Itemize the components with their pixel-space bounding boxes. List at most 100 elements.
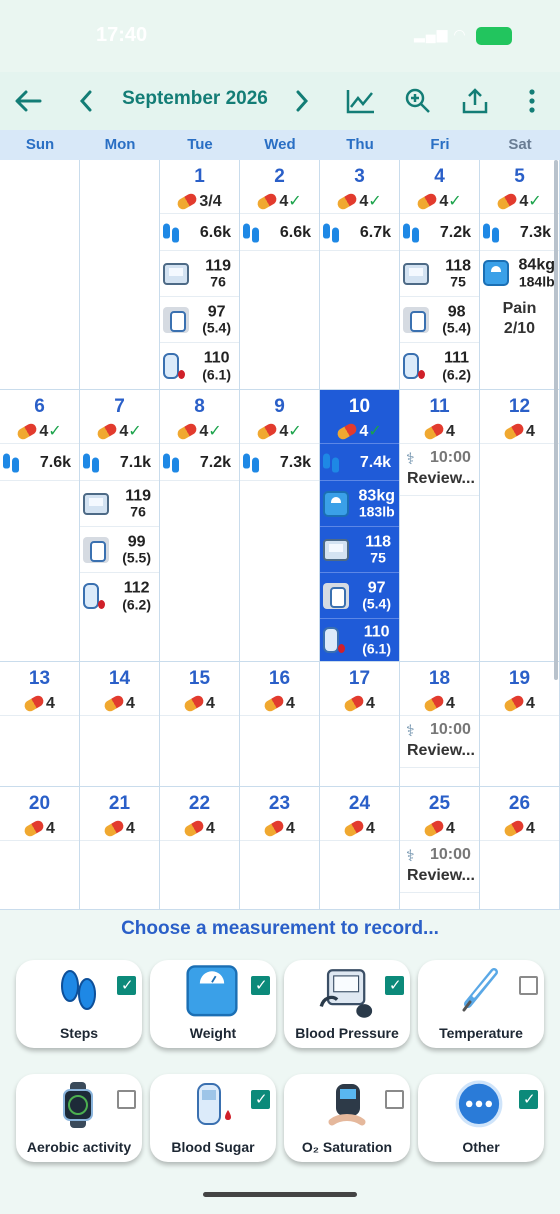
next-month-icon[interactable] <box>284 83 320 119</box>
calendar-day[interactable]: 14 4 <box>80 662 160 787</box>
status-time: 17:40 <box>96 24 148 46</box>
day-number: 4 <box>434 166 445 187</box>
measurement-tile-blood-sugar[interactable]: Blood Sugar <box>150 1074 276 1162</box>
calendar-day-empty <box>80 160 160 390</box>
medication-summary: 4✓ <box>400 190 479 214</box>
calendar-day[interactable]: 21 4 <box>80 787 160 910</box>
blood-sugar-icon <box>83 583 105 609</box>
other-checkbox[interactable] <box>519 1090 538 1109</box>
day-number: 19 <box>508 668 531 689</box>
calendar-day[interactable]: 5 4✓ 7.3k 84kg 184lb Pain 2/10 <box>480 160 560 390</box>
zoom-icon[interactable] <box>400 83 436 119</box>
check-icon: ✓ <box>368 423 382 440</box>
weekday-label: Tue <box>187 136 213 153</box>
steps-checkbox[interactable] <box>117 976 136 995</box>
bp-diastolic: 75 <box>370 549 386 566</box>
pill-icon <box>342 819 366 839</box>
calendar-day[interactable]: 9 4✓ 7.3k <box>240 390 320 662</box>
measurement-tile-aerobic-activity[interactable]: Aerobic activity <box>16 1074 142 1162</box>
calendar-day[interactable]: 3 4✓ 6.7k <box>320 160 400 390</box>
home-indicator[interactable] <box>203 1192 357 1197</box>
more-options-icon <box>455 1080 503 1128</box>
blood-sugar-checkbox[interactable] <box>251 1090 270 1109</box>
medication-summary: 4 <box>480 817 559 841</box>
o2-saturation-checkbox[interactable] <box>385 1090 404 1109</box>
stethoscope-icon: ⚕ <box>406 848 415 865</box>
steps-icon <box>323 453 339 472</box>
calendar-day[interactable]: 11 4 ⚕ 10:00 Review... <box>400 390 480 662</box>
calendar-scrollbar[interactable] <box>554 160 558 680</box>
pill-icon <box>182 694 206 714</box>
measurement-tile-weight[interactable]: Weight <box>150 960 276 1048</box>
share-icon[interactable] <box>457 83 493 119</box>
calendar-day-today[interactable]: 10 4✓ 7.4k 83kg 183lb 118 75 97 (5.4) 110 (6… <box>320 390 400 662</box>
calendar-day[interactable]: 2 4✓ 6.6k <box>240 160 320 390</box>
chart-icon[interactable] <box>343 83 379 119</box>
steps-entry: 7.4k <box>320 445 399 481</box>
calendar-day[interactable]: 24 4 <box>320 787 400 910</box>
calendar-day[interactable]: 16 4 <box>240 662 320 787</box>
calendar-day[interactable]: 12 4 <box>480 390 560 662</box>
measurement-tile-steps[interactable]: Steps <box>16 960 142 1048</box>
medication-summary: 4✓ <box>240 420 319 444</box>
medication-count: 4 <box>366 820 375 837</box>
sugar-mmol: (6.2) <box>122 596 151 613</box>
blood-pressure-entry: 118 75 <box>320 527 399 573</box>
measurement-tile-o2-saturation[interactable]: O₂ Saturation <box>284 1074 410 1162</box>
blood-pressure-icon <box>319 969 373 1018</box>
sugar-value: 111 <box>444 349 470 367</box>
bp-systolic: 118 <box>445 257 471 275</box>
day-number: 25 <box>428 793 451 814</box>
steps-value: 6.6k <box>279 223 311 241</box>
calendar-day[interactable]: 26 4 <box>480 787 560 910</box>
calendar-day[interactable]: 22 4 <box>160 787 240 910</box>
medication-summary: 4✓ <box>80 420 159 444</box>
blood-pressure-icon <box>323 538 349 561</box>
pill-icon <box>335 192 359 212</box>
aerobic-activity-checkbox[interactable] <box>117 1090 136 1109</box>
measurement-tile-blood-pressure[interactable]: Blood Pressure <box>284 960 410 1048</box>
calendar-day[interactable]: 7 4✓ 7.1k 119 76 99 (5.5) 112 (6.2) <box>80 390 160 662</box>
calendar-day[interactable]: 17 4 <box>320 662 400 787</box>
pill-icon <box>495 192 519 212</box>
calendar-day[interactable]: 20 4 <box>0 787 80 910</box>
calendar-day[interactable]: 25 4 ⚕ 10:00 Review... <box>400 787 480 910</box>
calendar-day[interactable]: 4 4✓ 7.2k 118 75 98 (5.4) 111 (6.2) <box>400 160 480 390</box>
appointment-entry[interactable]: ⚕ 10:00 Review... <box>400 843 479 893</box>
pain-value: 2/10 <box>503 320 536 337</box>
sugar-mmol: (6.1) <box>362 640 391 657</box>
pulse-oximeter-icon <box>328 1084 366 1126</box>
calendar-day[interactable]: 8 4✓ 7.2k <box>160 390 240 662</box>
medication-summary: 4✓ <box>0 420 79 444</box>
appointment-entry[interactable]: ⚕ 10:00 Review... <box>400 718 479 768</box>
weight-checkbox[interactable] <box>251 976 270 995</box>
meter-value: 97 <box>207 303 226 321</box>
calendar-day[interactable]: 23 4 <box>240 787 320 910</box>
more-menu-icon[interactable] <box>514 83 550 119</box>
calendar-day[interactable]: 18 4 ⚕ 10:00 Review... <box>400 662 480 787</box>
measurement-tile-other[interactable]: Other <box>418 1074 544 1162</box>
pill-icon <box>335 422 359 442</box>
steps-icon <box>323 223 339 242</box>
appointment-entry[interactable]: ⚕ 10:00 Review... <box>400 446 479 496</box>
calendar-day[interactable]: 1 3/4 6.6k 119 76 97 (5.4) 110 (6.1) <box>160 160 240 390</box>
scale-icon <box>483 260 509 286</box>
day-number: 2 <box>274 166 285 187</box>
weight-lb: 184lb <box>518 273 555 290</box>
meter-value: 98 <box>447 303 466 321</box>
medication-count: 4 <box>366 695 375 712</box>
glucose-meter-icon <box>83 536 109 563</box>
measurement-tile-temperature[interactable]: Temperature <box>418 960 544 1048</box>
month-title[interactable]: September 2026 <box>110 88 280 110</box>
temperature-checkbox[interactable] <box>519 976 538 995</box>
previous-month-icon[interactable] <box>68 83 104 119</box>
calendar-day[interactable]: 19 4 <box>480 662 560 787</box>
steps-value: 7.3k <box>519 223 551 241</box>
blood-pressure-checkbox[interactable] <box>385 976 404 995</box>
back-arrow-icon[interactable] <box>10 83 46 119</box>
medication-count: 4 <box>446 695 455 712</box>
calendar-day[interactable]: 13 4 <box>0 662 80 787</box>
calendar-day[interactable]: 6 4✓ 7.6k <box>0 390 80 662</box>
calendar-day[interactable]: 15 4 <box>160 662 240 787</box>
steps-icon <box>243 223 259 242</box>
